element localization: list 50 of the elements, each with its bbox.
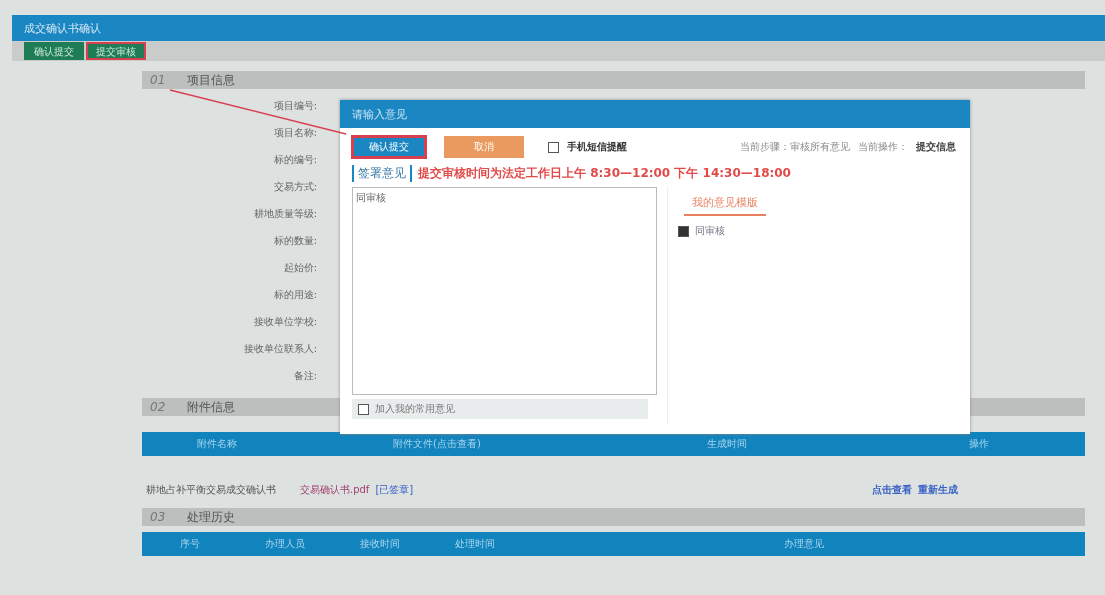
field-label: 标的数量:	[273, 234, 317, 248]
notice-text: 提交审核时间为法定工作日上午 8:30—12:00 下午 14:30—18:00	[418, 165, 791, 182]
section-title: 项目信息	[187, 71, 236, 89]
column-header: 接收时间	[358, 537, 401, 551]
section-title: 处理历史	[187, 508, 236, 526]
table-cell-text: 耕地占补平衡交易成交确认书	[145, 483, 277, 497]
field-label: 标的用途:	[273, 288, 317, 302]
section-number: 02	[150, 400, 166, 414]
checkbox-label: 手机短信提醒	[567, 140, 627, 154]
action-link[interactable]: 点击查看	[872, 483, 912, 497]
field-label: 接收单位学校:	[253, 315, 317, 329]
checkbox[interactable]	[358, 403, 369, 415]
section-label: 签署意见	[352, 165, 412, 182]
file-link[interactable]: 交易确认书.pdf	[300, 483, 370, 497]
template-tab[interactable]: 我的意见模版	[684, 195, 766, 216]
toolbar-button[interactable]: 确认提交	[24, 42, 84, 60]
field-label: 项目编号:	[273, 99, 317, 113]
section-title: 附件信息	[187, 398, 236, 416]
column-header: 序号	[178, 537, 201, 551]
field-label: 项目名称:	[273, 126, 317, 140]
checkbox-label: 加入我的常用意见	[375, 402, 455, 416]
field-label: 接收单位联系人:	[243, 342, 317, 356]
column-header: 办理人员	[263, 537, 306, 551]
field-label: 耕地质量等级:	[253, 207, 317, 221]
template-item[interactable]: 同审核	[695, 224, 725, 238]
status-link[interactable]: [已签章]	[375, 483, 414, 497]
section-number: 01	[150, 73, 166, 87]
dialog-button[interactable]: 确认提交	[352, 136, 426, 158]
dialog-title: 请输入意见	[352, 106, 407, 122]
checkbox[interactable]	[678, 225, 689, 237]
field-label: 起始价:	[283, 261, 317, 275]
field-label: 备注:	[293, 369, 317, 383]
checkbox[interactable]	[548, 141, 559, 153]
section-number: 03	[150, 510, 166, 524]
field-label: 交易方式:	[273, 180, 317, 194]
column-header: 办理意见	[782, 537, 825, 551]
opinion-field[interactable]: 同审核	[352, 187, 657, 395]
step-label: 当前步骤：审核所有意见	[740, 140, 850, 154]
action-link[interactable]: 重新生成	[918, 483, 958, 497]
column-header: 操作	[967, 437, 990, 451]
toolbar-button[interactable]: 提交审核	[86, 42, 146, 60]
dialog-button[interactable]: 取消	[444, 136, 524, 158]
field-label: 标的编号:	[273, 153, 317, 167]
column-header: 处理时间	[453, 537, 496, 551]
action-value: 提交信息	[916, 140, 956, 154]
column-header: 附件文件(点击查看)	[392, 437, 482, 451]
action-label: 当前操作：	[858, 140, 908, 154]
window-title: 成交确认书确认	[24, 20, 101, 36]
column-header: 生成时间	[706, 437, 748, 451]
column-header: 附件名称	[196, 437, 238, 451]
